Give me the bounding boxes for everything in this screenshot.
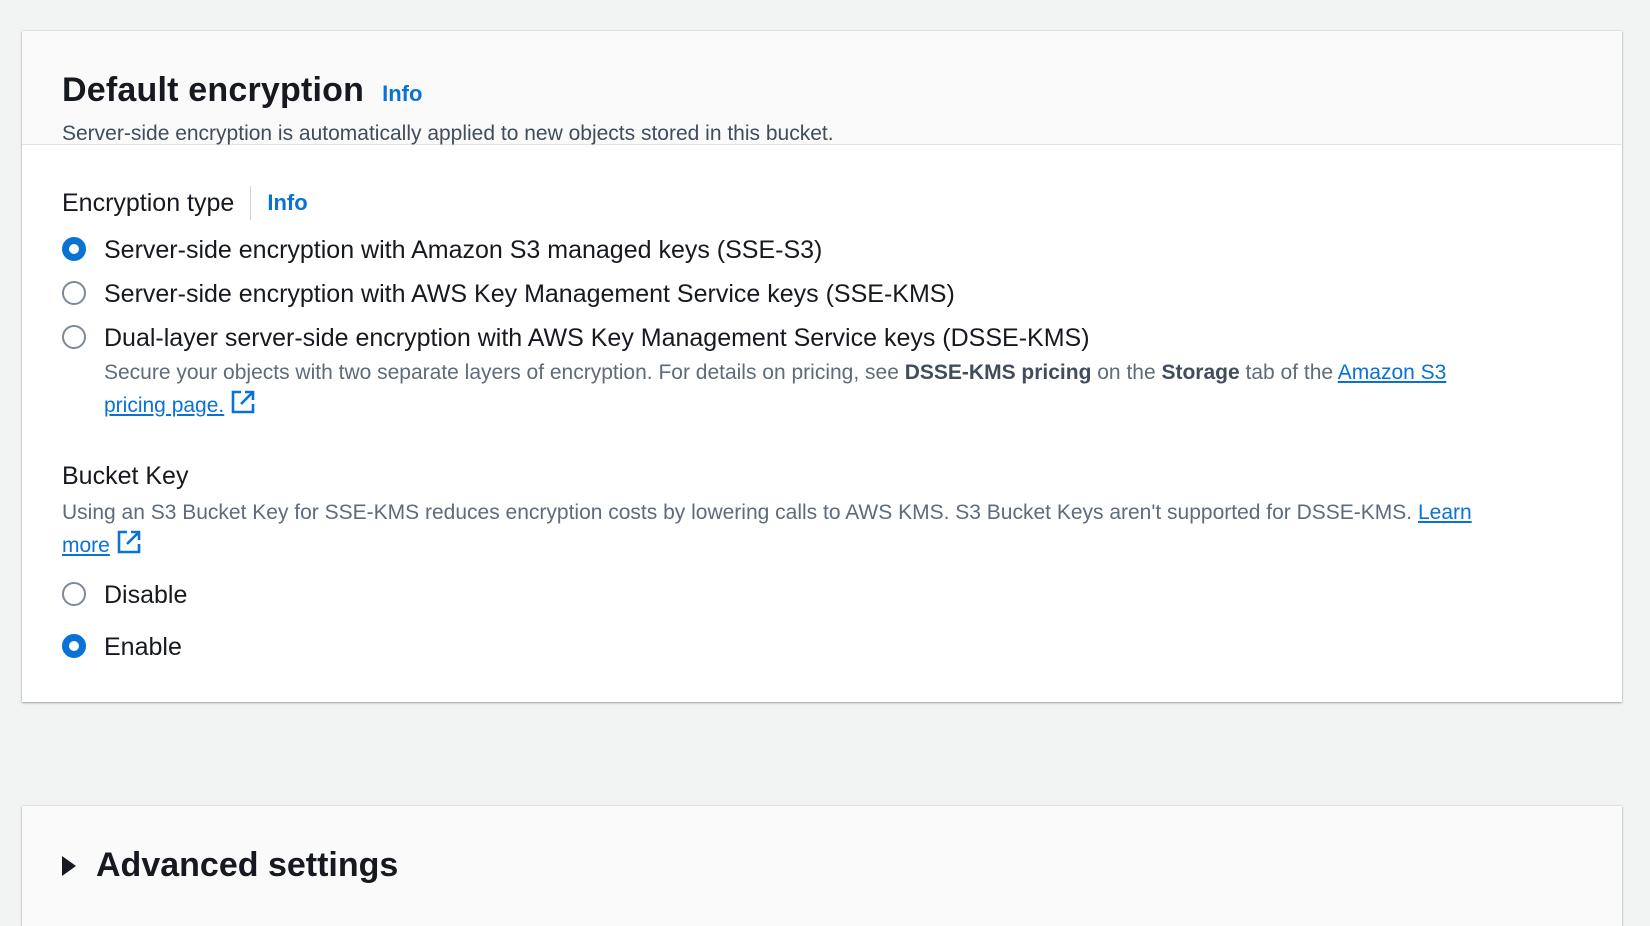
radio-label-disable: Disable (104, 581, 188, 609)
container-body: Encryption type Info Server-side encrypt… (22, 145, 1622, 702)
radio-button[interactable] (62, 281, 86, 305)
radio-label-sse-s3: Server-side encryption with Amazon S3 ma… (104, 236, 823, 264)
dsse-kms-description: Secure your objects with two separate la… (104, 357, 1484, 422)
bucket-key-help-text: Using an S3 Bucket Key for SSE-KMS reduc… (62, 501, 1418, 524)
advanced-settings-title: Advanced settings (96, 846, 399, 884)
radio-text: Disable (104, 580, 187, 610)
radio-text: Server-side encryption with Amazon S3 ma… (104, 235, 822, 265)
bucket-key-field: Bucket Key Using an S3 Bucket Key for SS… (62, 462, 1582, 662)
radio-button-checked[interactable] (62, 237, 86, 261)
encryption-type-info-link[interactable]: Info (267, 190, 307, 216)
advanced-settings-container: Advanced settings (22, 806, 1622, 926)
bucket-key-help: Using an S3 Bucket Key for SSE-KMS reduc… (62, 497, 1492, 562)
title-row: Default encryption Info (62, 71, 1582, 110)
desc-text: tab of the (1239, 361, 1338, 384)
default-encryption-container: Default encryption Info Server-side encr… (22, 31, 1622, 702)
radio-text: Server-side encryption with AWS Key Mana… (104, 279, 955, 309)
radio-dsse-kms[interactable]: Dual-layer server-side encryption with A… (62, 323, 1582, 422)
desc-bold-storage: Storage (1161, 361, 1240, 384)
radio-bucket-key-disable[interactable]: Disable (62, 580, 1582, 610)
radio-bucket-key-enable[interactable]: Enable (62, 632, 1582, 662)
radio-label-dsse-kms: Dual-layer server-side encryption with A… (104, 324, 1090, 352)
advanced-settings-toggle[interactable]: Advanced settings (62, 846, 398, 885)
external-link-icon (117, 530, 141, 554)
radio-text: Dual-layer server-side encryption with A… (104, 323, 1484, 422)
caret-right-icon (62, 855, 76, 876)
container-header: Default encryption Info Server-side encr… (22, 31, 1622, 145)
radio-button[interactable] (62, 325, 86, 349)
radio-sse-s3[interactable]: Server-side encryption with Amazon S3 ma… (62, 235, 1582, 265)
radio-button[interactable] (62, 582, 86, 606)
radio-label-sse-kms: Server-side encryption with AWS Key Mana… (104, 280, 955, 308)
encryption-type-label: Encryption type (62, 188, 235, 217)
encryption-type-label-row: Encryption type Info (62, 185, 1582, 221)
radio-label-enable: Enable (104, 633, 182, 661)
external-link-icon (231, 390, 255, 414)
header-description: Server-side encryption is automatically … (62, 122, 834, 145)
radio-sse-kms[interactable]: Server-side encryption with AWS Key Mana… (62, 279, 1582, 309)
desc-text: Secure your objects with two separate la… (104, 361, 905, 384)
title-info-link[interactable]: Info (382, 81, 422, 107)
radio-text: Enable (104, 632, 182, 662)
bucket-key-label: Bucket Key (62, 462, 189, 490)
label-divider (250, 186, 252, 220)
encryption-type-field: Encryption type Info Server-side encrypt… (62, 185, 1582, 422)
desc-bold-pricing: DSSE-KMS pricing (904, 361, 1092, 384)
page-title: Default encryption (62, 71, 365, 109)
desc-text: on the (1091, 361, 1162, 384)
radio-button-checked[interactable] (62, 634, 86, 658)
